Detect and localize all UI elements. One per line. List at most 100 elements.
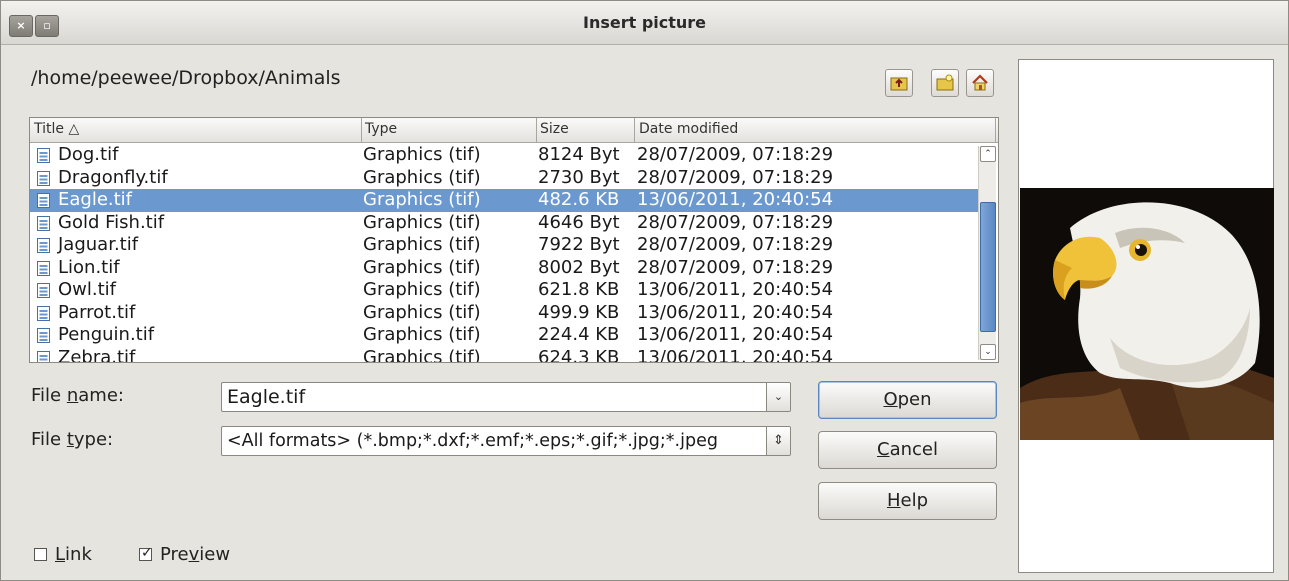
file-row[interactable]: Dragonfly.tif Graphics (tif) 2730 Byt 28/07…	[30, 167, 978, 190]
file-row[interactable]: Gold Fish.tif Graphics (tif) 4646 Byt 28/07…	[30, 212, 978, 235]
file-type-label-key: t	[66, 429, 74, 450]
file-type-value[interactable]: <All formats> (*.bmp;*.dxf;*.emf;*.eps;*…	[227, 431, 718, 451]
file-date-cell: 13/06/2011, 20:40:54	[637, 301, 834, 323]
link-label-key: L	[55, 544, 66, 565]
folder-up-icon	[890, 77, 908, 91]
file-row[interactable]: Lion.tif Graphics (tif) 8002 Byt 28/07/2009…	[30, 257, 978, 280]
home-button[interactable]	[966, 69, 994, 97]
file-name-dropdown-button[interactable]: ⌄	[766, 383, 790, 411]
file-name-cell: Lion.tif	[58, 256, 120, 278]
file-name-label-pre: File	[31, 385, 67, 406]
column-type[interactable]: Type	[365, 121, 397, 143]
file-name-cell: Dragonfly.tif	[58, 166, 168, 188]
image-file-icon	[37, 260, 50, 276]
file-date-cell: 13/06/2011, 20:40:54	[637, 324, 834, 345]
file-row[interactable]: Eagle.tif Graphics (tif) 482.6 KB 13/06/201…	[30, 189, 978, 212]
checkmark-icon: ✓	[141, 545, 153, 561]
file-name-value[interactable]: Eagle.tif	[227, 386, 305, 408]
file-size-cell: 8124 Byt	[538, 144, 620, 165]
open-button[interactable]: Open	[818, 381, 997, 419]
open-button-label: pen	[897, 389, 932, 410]
file-type-label-pre: File	[31, 429, 67, 450]
preview-label-post: iew	[199, 544, 231, 565]
file-name-label: File name:	[31, 385, 124, 406]
preview-label-key: v	[188, 544, 200, 565]
file-size-cell: 621.8 KB	[538, 279, 620, 300]
cancel-button-label: ancel	[889, 439, 938, 460]
file-type-cell: Graphics (tif)	[363, 189, 481, 210]
file-name-cell: Penguin.tif	[58, 324, 155, 345]
scroll-thumb[interactable]	[980, 202, 996, 332]
file-date-cell: 28/07/2009, 07:18:29	[637, 211, 834, 233]
preview-checkbox-box[interactable]: ✓	[139, 545, 153, 561]
file-size-cell: 482.6 KB	[538, 189, 620, 210]
file-size-cell: 224.4 KB	[538, 324, 620, 345]
scroll-up-button[interactable]: ⌃	[980, 146, 996, 162]
file-name-cell: Jaguar.tif	[58, 234, 139, 255]
vertical-scrollbar[interactable]: ⌃ ⌄	[978, 146, 996, 360]
image-file-icon	[37, 238, 50, 253]
file-name-label-key: n	[66, 385, 79, 406]
link-checkbox-box[interactable]	[34, 548, 47, 561]
file-date-cell: 13/06/2011, 20:40:54	[637, 189, 834, 210]
file-type-cell: Graphics (tif)	[363, 301, 481, 323]
column-separator[interactable]	[536, 118, 537, 143]
image-preview-pane	[1018, 59, 1274, 573]
image-file-icon	[37, 328, 50, 343]
file-type-cell: Graphics (tif)	[363, 144, 481, 165]
file-date-cell: 28/07/2009, 07:18:29	[637, 256, 834, 278]
file-date-cell: 28/07/2009, 07:18:29	[637, 234, 834, 255]
file-date-cell: 28/07/2009, 07:18:29	[637, 144, 834, 165]
link-label-post: ink	[65, 544, 92, 565]
column-separator[interactable]	[361, 118, 362, 143]
new-folder-icon	[936, 74, 954, 91]
insert-picture-dialog: × ▫ Insert picture /home/peewee/Dropbox/…	[0, 0, 1289, 581]
file-date-cell: 28/07/2009, 07:18:29	[637, 166, 834, 188]
file-name-cell: Gold Fish.tif	[58, 211, 165, 233]
file-row[interactable]: Parrot.tif Graphics (tif) 499.9 KB 13/06/20…	[30, 302, 978, 325]
scroll-down-button[interactable]: ⌄	[980, 344, 996, 360]
file-type-cell: Graphics (tif)	[363, 346, 481, 363]
link-checkbox[interactable]: Link	[34, 544, 92, 565]
file-row[interactable]: Owl.tif Graphics (tif) 621.8 KB 13/06/2011,…	[30, 279, 978, 302]
cancel-button-key: C	[877, 439, 890, 460]
image-file-icon	[37, 193, 50, 208]
help-button[interactable]: Help	[818, 482, 997, 520]
image-file-icon	[37, 170, 50, 186]
column-size[interactable]: Size	[540, 121, 569, 143]
column-title[interactable]: Title △	[34, 121, 79, 143]
file-name-cell: Parrot.tif	[58, 301, 136, 323]
image-file-icon	[37, 350, 50, 362]
file-size-cell: 499.9 KB	[538, 301, 620, 323]
column-separator[interactable]	[995, 118, 996, 143]
file-row[interactable]: Dog.tif Graphics (tif) 8124 Byt 28/07/2009,…	[30, 144, 978, 167]
open-button-key: O	[883, 389, 898, 410]
file-row[interactable]: Jaguar.tif Graphics (tif) 7922 Byt 28/07/20…	[30, 234, 978, 257]
file-name-field[interactable]: Eagle.tif ⌄	[221, 382, 791, 412]
file-type-cell: Graphics (tif)	[363, 166, 481, 188]
file-type-cell: Graphics (tif)	[363, 256, 481, 278]
file-row[interactable]: Zebra.tif Graphics (tif) 624.3 KB 13/06/201…	[30, 346, 978, 363]
column-date[interactable]: Date modified	[639, 121, 738, 143]
title-bar: × ▫ Insert picture	[1, 1, 1288, 45]
file-name-label-post: ame:	[78, 385, 124, 406]
current-path: /home/peewee/Dropbox/Animals	[31, 67, 341, 89]
file-type-cell: Graphics (tif)	[363, 279, 481, 300]
file-type-select[interactable]: <All formats> (*.bmp;*.dxf;*.emf;*.eps;*…	[221, 426, 791, 456]
folder-up-button[interactable]	[885, 69, 913, 97]
cancel-button[interactable]: Cancel	[818, 431, 997, 469]
preview-label-pre: Pre	[160, 544, 189, 565]
column-separator[interactable]	[634, 118, 635, 143]
file-date-cell: 13/06/2011, 20:40:54	[637, 279, 834, 300]
file-row[interactable]: Penguin.tif Graphics (tif) 224.4 KB 13/06/2…	[30, 324, 978, 347]
file-date-cell: 13/06/2011, 20:40:54	[637, 346, 834, 363]
new-folder-button[interactable]	[931, 69, 959, 97]
file-type-label-post: ype:	[73, 429, 114, 450]
file-type-spinner-icon[interactable]: ⇕	[766, 427, 790, 455]
file-type-cell: Graphics (tif)	[363, 211, 481, 233]
preview-checkbox[interactable]: ✓ Preview	[139, 544, 230, 565]
file-name-cell: Eagle.tif	[58, 189, 133, 210]
file-name-cell: Dog.tif	[58, 144, 119, 165]
file-list[interactable]: Title △ Type Size Date modified Dog.tif G…	[29, 117, 999, 363]
file-type-cell: Graphics (tif)	[363, 234, 481, 255]
